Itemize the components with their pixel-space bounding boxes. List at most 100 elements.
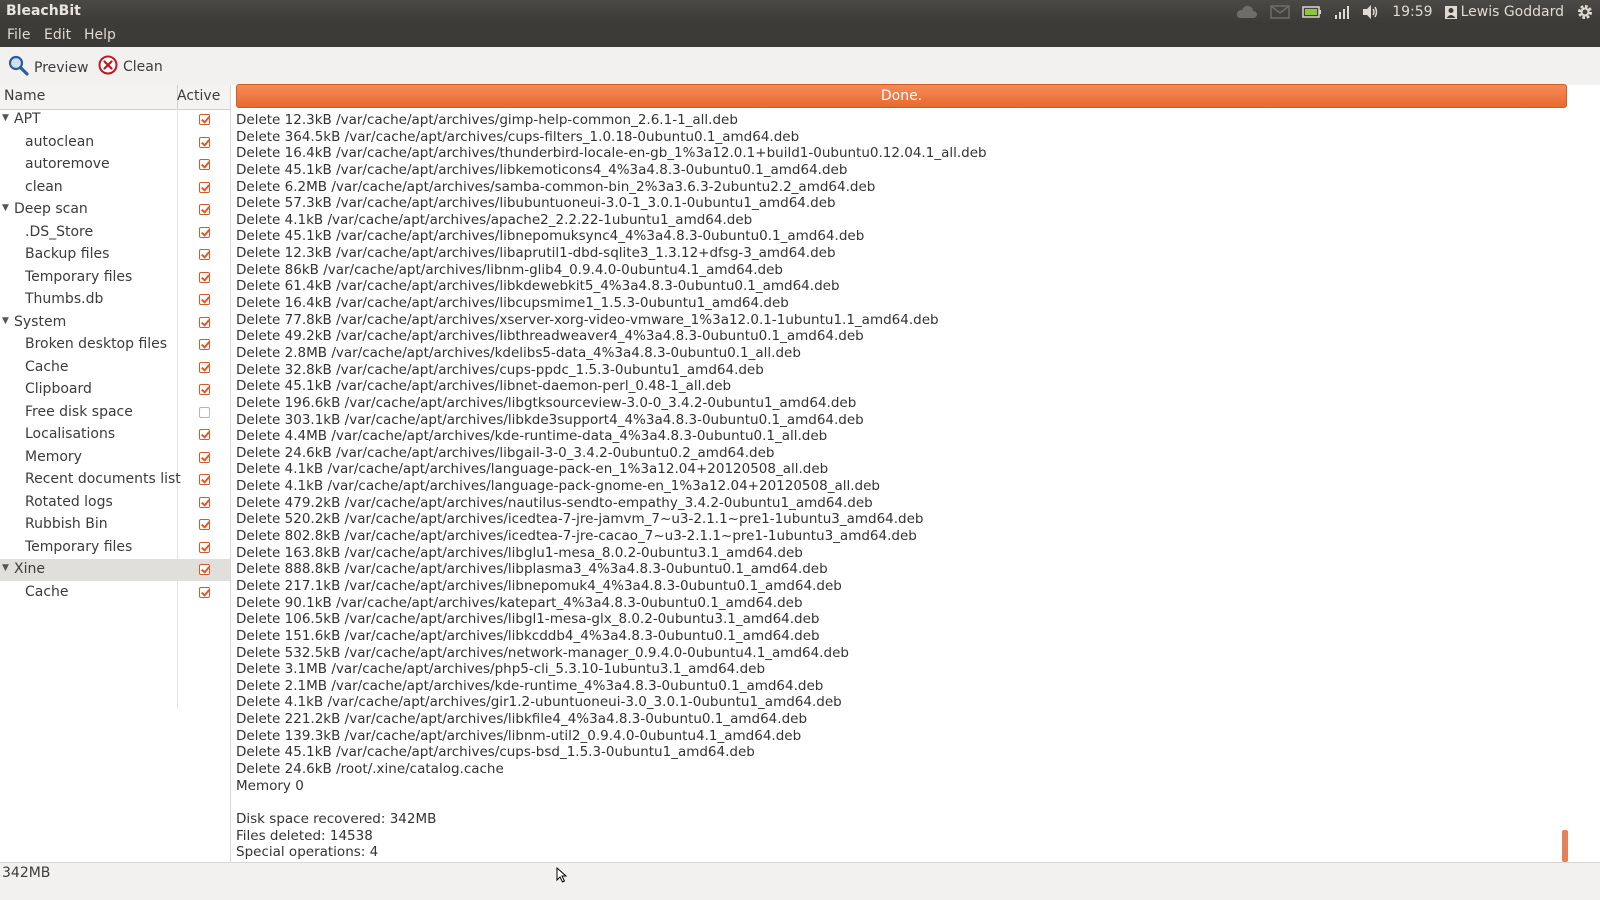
active-checkbox[interactable] — [199, 429, 210, 440]
active-checkbox[interactable] — [199, 204, 210, 215]
toolbar: Preview Clean — [0, 47, 1600, 85]
tree-row[interactable]: clean — [0, 177, 230, 199]
menu-bar: File Edit Help — [0, 24, 1600, 47]
active-checkbox[interactable] — [199, 496, 210, 508]
log-line: Disk space recovered: 342MB — [236, 810, 437, 827]
tree-row[interactable]: Backup files — [0, 244, 230, 266]
menu-edit[interactable]: Edit — [44, 27, 71, 43]
log-line: Delete 6.2MB /var/cache/apt/archives/sam… — [236, 178, 876, 195]
log-line: Special operations: 4 — [236, 844, 379, 861]
active-checkbox[interactable] — [199, 564, 210, 575]
user-menu[interactable]: Lewis Goddard — [1444, 0, 1564, 24]
active-checkbox[interactable] — [199, 451, 210, 463]
log-line: Delete 4.1kB /var/cache/apt/archives/lan… — [236, 461, 829, 478]
active-checkbox[interactable] — [199, 294, 210, 305]
log-line: Delete 303.1kB /var/cache/apt/archives/l… — [236, 411, 864, 428]
column-header-active[interactable]: Active — [177, 88, 220, 104]
log-line: Delete 139.3kB /var/cache/apt/archives/l… — [236, 727, 802, 744]
tree-row-label: Cache — [25, 358, 69, 375]
expander-arrow-icon[interactable]: ▼ — [2, 113, 12, 123]
log-line: Delete 364.5kB /var/cache/apt/archives/c… — [236, 128, 800, 145]
tree-row[interactable]: Cache — [0, 357, 230, 379]
tree-row[interactable]: ▼ APT — [0, 109, 230, 131]
active-checkbox[interactable] — [199, 384, 210, 395]
tree-row[interactable]: Memory — [0, 447, 230, 469]
expander-arrow-icon[interactable]: ▼ — [2, 563, 12, 573]
tree-row[interactable]: Rubbish Bin — [0, 514, 230, 536]
user-name: Lewis Goddard — [1460, 4, 1564, 20]
tree-row-label: .DS_Store — [25, 223, 94, 240]
expander-arrow-icon[interactable]: ▼ — [2, 203, 12, 213]
log-scrollbar[interactable] — [1562, 830, 1568, 862]
log-line: Delete 888.8kB /var/cache/apt/archives/l… — [236, 561, 828, 578]
log-line: Delete 16.4kB /var/cache/apt/archives/th… — [236, 145, 987, 162]
tree-row[interactable]: Recent documents list — [0, 469, 230, 491]
active-checkbox[interactable] — [199, 474, 210, 485]
expander-arrow-icon[interactable]: ▼ — [2, 316, 12, 326]
active-checkbox[interactable] — [199, 339, 210, 350]
tree-row-label: Broken desktop files — [25, 336, 168, 352]
active-checkbox[interactable] — [199, 114, 210, 125]
tree-row-label: Recent documents list — [25, 471, 181, 487]
active-checkbox[interactable] — [199, 519, 210, 530]
active-checkbox[interactable] — [199, 541, 210, 553]
tree-row[interactable]: Temporary files — [0, 267, 230, 289]
mail-icon[interactable] — [1270, 0, 1290, 24]
status-text: 342MB — [2, 865, 51, 881]
tree-row[interactable]: Cache — [0, 582, 230, 604]
tree-row[interactable]: autoremove — [0, 154, 230, 176]
tree-row-label: clean — [25, 178, 63, 195]
active-checkbox[interactable] — [199, 181, 210, 193]
column-header-name[interactable]: Name — [4, 88, 45, 104]
tree-row[interactable]: .DS_Store — [0, 222, 230, 244]
tree-row-label: Memory — [25, 448, 82, 465]
tree-row[interactable]: ▼ Deep scan — [0, 199, 230, 221]
active-checkbox[interactable] — [199, 136, 210, 148]
cloud-icon[interactable] — [1236, 0, 1258, 24]
tree-row-label: Backup files — [25, 246, 110, 262]
active-checkbox[interactable] — [199, 316, 210, 328]
active-checkbox[interactable] — [199, 361, 210, 373]
user-icon — [1444, 5, 1457, 19]
log-line: Delete 90.1kB /var/cache/apt/archives/ka… — [236, 594, 803, 611]
network-icon[interactable] — [1334, 0, 1350, 24]
tree-row[interactable]: Rotated logs — [0, 492, 230, 514]
log-line: Files deleted: 14538 — [236, 827, 373, 844]
active-checkbox[interactable] — [199, 159, 210, 170]
active-checkbox[interactable] — [199, 586, 210, 598]
active-checkbox[interactable] — [199, 249, 210, 260]
log-line: Delete 12.3kB /var/cache/apt/archives/li… — [236, 245, 836, 262]
active-checkbox[interactable] — [199, 406, 210, 418]
log-line: Delete 24.6kB /var/cache/apt/archives/li… — [236, 444, 775, 461]
preview-button[interactable]: Preview — [8, 55, 89, 80]
menu-help[interactable]: Help — [84, 27, 116, 43]
tree-row-label: Free disk space — [25, 403, 133, 420]
tree-row[interactable]: Clipboard — [0, 379, 230, 401]
tree-row[interactable]: autoclean — [0, 132, 230, 154]
tree-row-label: Xine — [14, 561, 45, 577]
clock[interactable]: 19:59 — [1392, 0, 1432, 24]
gear-icon[interactable] — [1576, 0, 1594, 24]
log-line: Delete 151.6kB /var/cache/apt/archives/l… — [236, 627, 820, 644]
tree-row[interactable]: Temporary files — [0, 537, 230, 559]
active-checkbox[interactable] — [199, 271, 210, 283]
battery-icon[interactable] — [1302, 0, 1322, 24]
tree-row[interactable]: Free disk space — [0, 402, 230, 424]
tree-row-label: Cache — [25, 583, 69, 600]
menu-file[interactable]: File — [7, 27, 30, 43]
tree-row[interactable]: Localisations — [0, 424, 230, 446]
app-title: BleachBit — [6, 3, 81, 19]
log-line: Delete 106.5kB /var/cache/apt/archives/l… — [236, 611, 820, 628]
log-line: Delete 221.2kB /var/cache/apt/archives/l… — [236, 711, 808, 728]
tree-row[interactable]: Thumbs.db — [0, 289, 230, 311]
log-line: Memory 0 — [236, 777, 304, 794]
clean-button[interactable]: Clean — [98, 55, 163, 79]
volume-icon[interactable] — [1362, 0, 1380, 24]
tree-row[interactable]: Broken desktop files — [0, 334, 230, 356]
tree-row[interactable]: ▼ System — [0, 312, 230, 334]
log-line: Delete 520.2kB /var/cache/apt/archives/i… — [236, 511, 924, 528]
tree-row[interactable]: ▼ Xine — [0, 559, 230, 581]
log-output[interactable]: Delete 12.3kB /var/cache/apt/archives/gi… — [236, 112, 1561, 864]
active-checkbox[interactable] — [199, 226, 210, 238]
log-line: Delete 3.1MB /var/cache/apt/archives/php… — [236, 661, 766, 678]
